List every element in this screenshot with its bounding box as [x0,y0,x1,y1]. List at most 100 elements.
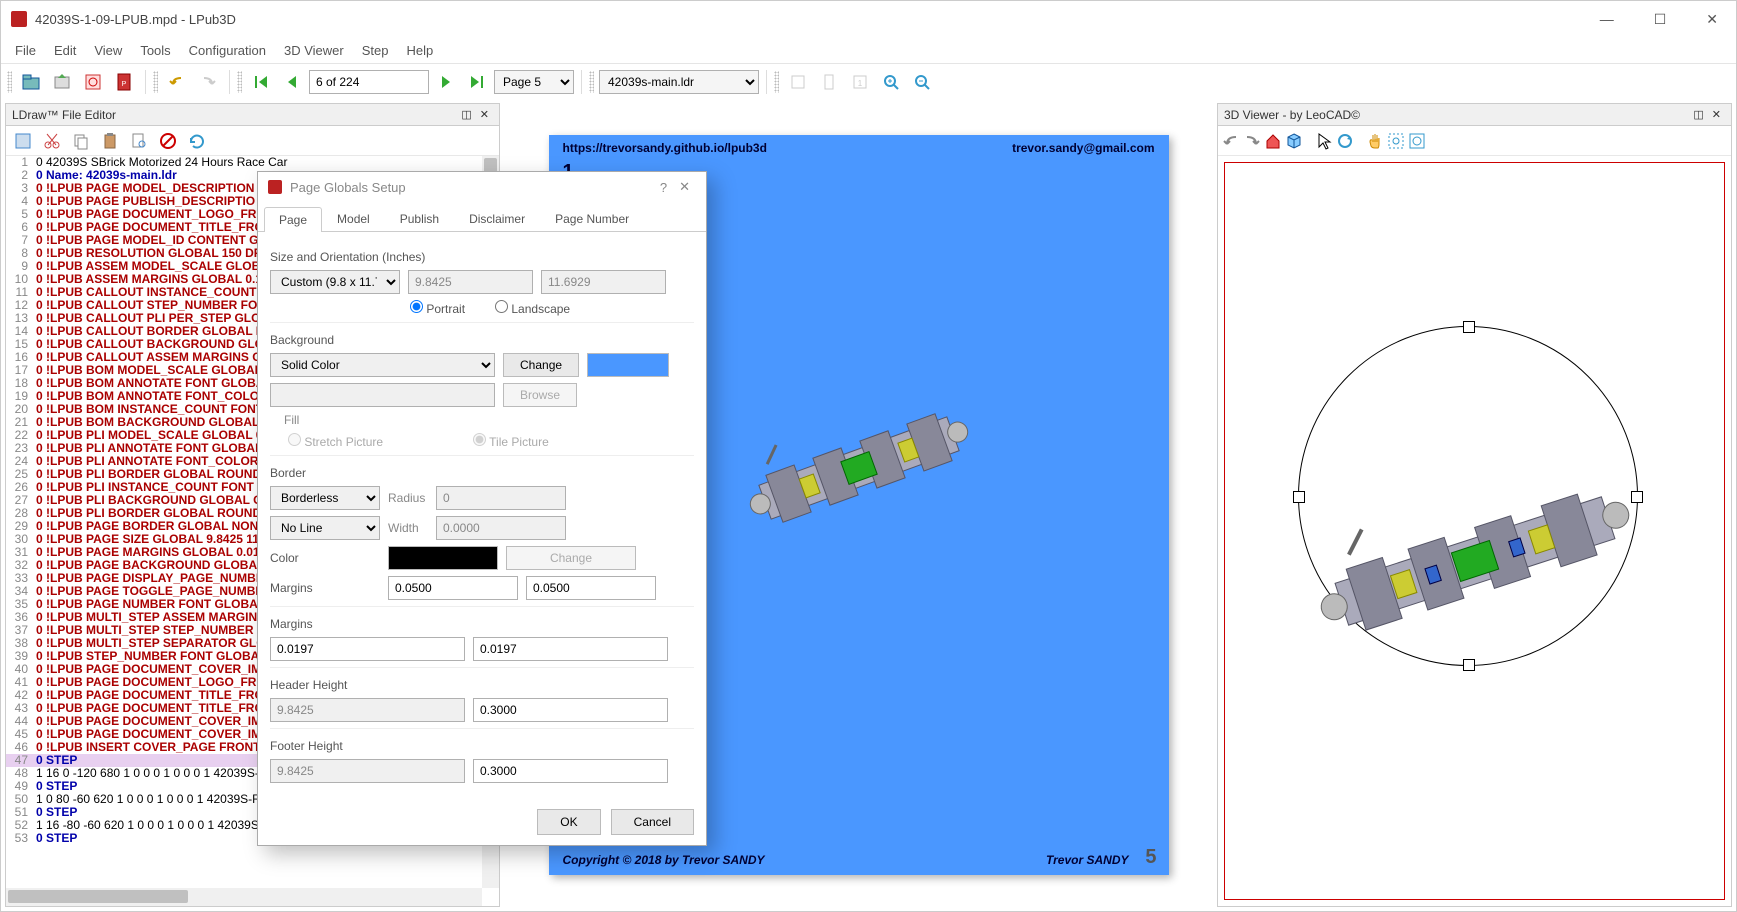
dialog-help-icon[interactable]: ? [654,180,673,195]
viewer-redo-icon[interactable] [1243,132,1261,150]
menu-view[interactable]: View [94,43,122,58]
rotate-icon[interactable] [1336,132,1354,150]
zoom-out-icon[interactable] [908,68,936,96]
editor-toolbar [6,126,499,156]
background-type-select[interactable]: Solid Color [270,353,495,377]
margin2-a-input[interactable] [270,637,465,661]
landscape-radio[interactable]: Landscape [495,300,570,316]
pointer-icon[interactable] [1315,132,1333,150]
bg-color-swatch[interactable] [587,353,669,377]
tab-disclaimer[interactable]: Disclaimer [454,206,540,231]
home-icon[interactable] [1264,132,1282,150]
redo-icon[interactable] [194,68,222,96]
last-page-icon[interactable] [463,68,491,96]
dialog-titlebar[interactable]: Page Globals Setup ? ✕ [258,172,706,202]
toolbar-handle[interactable] [7,71,12,93]
toolbar-handle[interactable] [589,71,594,93]
tab-model[interactable]: Model [322,206,385,231]
model-select[interactable]: 42039s-main.ldr [599,70,759,94]
margin2-b-input[interactable] [473,637,668,661]
tab-page-number[interactable]: Page Number [540,206,644,231]
border-style-select[interactable]: Borderless [270,486,380,510]
model-render [729,398,989,538]
pan-icon[interactable] [1366,132,1384,150]
bg-change-button[interactable]: Change [503,353,579,377]
page-width-input [408,270,533,294]
zoom-fit-icon[interactable] [1408,132,1426,150]
margin-right-input[interactable] [526,576,656,600]
next-page-icon[interactable] [432,68,460,96]
menu-configuration[interactable]: Configuration [189,43,266,58]
header-height-label: Header Height [270,678,694,692]
undo-icon[interactable] [163,68,191,96]
delete-icon[interactable] [155,128,181,154]
tab-publish[interactable]: Publish [385,206,454,231]
footer-width-input [270,759,465,783]
actual-size-icon[interactable]: 1 [846,68,874,96]
menu-bar: File Edit View Tools Configuration 3D Vi… [1,37,1736,63]
ok-button[interactable]: OK [537,809,600,835]
close-button[interactable]: ✕ [1698,7,1726,32]
size-preset-select[interactable]: Custom (9.8 x 11.7) [270,270,400,294]
minimize-button[interactable]: — [1592,7,1622,32]
size-label: Size and Orientation (Inches) [270,250,694,264]
panel-close-icon[interactable]: ✕ [1708,108,1725,121]
margin-left-input[interactable] [388,576,518,600]
preview-copyright: Copyright © 2018 by Trevor SANDY [563,853,765,867]
header-width-input [270,698,465,722]
dialog-close-icon[interactable]: ✕ [673,179,696,195]
border-width-label: Width [388,521,428,535]
radius-label: Radius [388,491,428,505]
footer-height-input[interactable] [473,759,668,783]
menu-edit[interactable]: Edit [54,43,76,58]
menu-step[interactable]: Step [362,43,389,58]
copy-icon[interactable] [68,128,94,154]
viewer-undo-icon[interactable] [1222,132,1240,150]
menu-file[interactable]: File [15,43,36,58]
pdf-icon[interactable]: P [110,68,138,96]
preview-icon[interactable] [79,68,107,96]
select-all-icon[interactable] [10,128,36,154]
color-label: Color [270,551,380,565]
border-color-change-button: Change [506,546,636,570]
cancel-button[interactable]: Cancel [611,809,694,835]
menu-3dviewer[interactable]: 3D Viewer [284,43,344,58]
zoom-region-icon[interactable] [1387,132,1405,150]
svg-text:P: P [122,81,127,88]
viewer-title: 3D Viewer - by LeoCAD© [1224,108,1360,122]
paste-icon[interactable] [97,128,123,154]
cut-icon[interactable] [39,128,65,154]
menu-help[interactable]: Help [406,43,433,58]
refresh-icon[interactable] [184,128,210,154]
panel-pin-icon[interactable]: ◫ [1689,108,1707,121]
portrait-radio[interactable]: Portrait [410,300,465,316]
dialog-tabs: Page Model Publish Disclaimer Page Numbe… [258,202,706,232]
cube-icon[interactable] [1285,132,1303,150]
fit-page-icon[interactable] [815,68,843,96]
page-counter-input[interactable] [309,70,429,94]
tab-page[interactable]: Page [264,207,322,232]
zoom-in-icon[interactable] [877,68,905,96]
viewer-toolbar [1218,126,1731,156]
preview-email: trevor.sandy@gmail.com [1012,141,1154,155]
maximize-button[interactable]: ☐ [1646,7,1675,32]
toolbar-handle[interactable] [237,71,242,93]
line-style-select[interactable]: No Line [270,516,380,540]
find-icon[interactable] [126,128,152,154]
menu-tools[interactable]: Tools [140,43,170,58]
prev-page-icon[interactable] [278,68,306,96]
toolbar-handle[interactable] [774,71,779,93]
panel-pin-icon[interactable]: ◫ [457,108,475,121]
first-page-icon[interactable] [247,68,275,96]
horizontal-scrollbar[interactable] [6,888,482,906]
fit-width-icon[interactable] [784,68,812,96]
panel-close-icon[interactable]: ✕ [476,108,493,121]
open-file-icon[interactable] [17,68,45,96]
viewer-viewport[interactable] [1218,156,1731,906]
header-height-input[interactable] [473,698,668,722]
dialog-icon [268,180,282,194]
page-select[interactable]: Page 5 [494,70,574,94]
export-icon[interactable] [48,68,76,96]
fill-label: Fill [284,413,694,427]
toolbar-handle[interactable] [153,71,158,93]
